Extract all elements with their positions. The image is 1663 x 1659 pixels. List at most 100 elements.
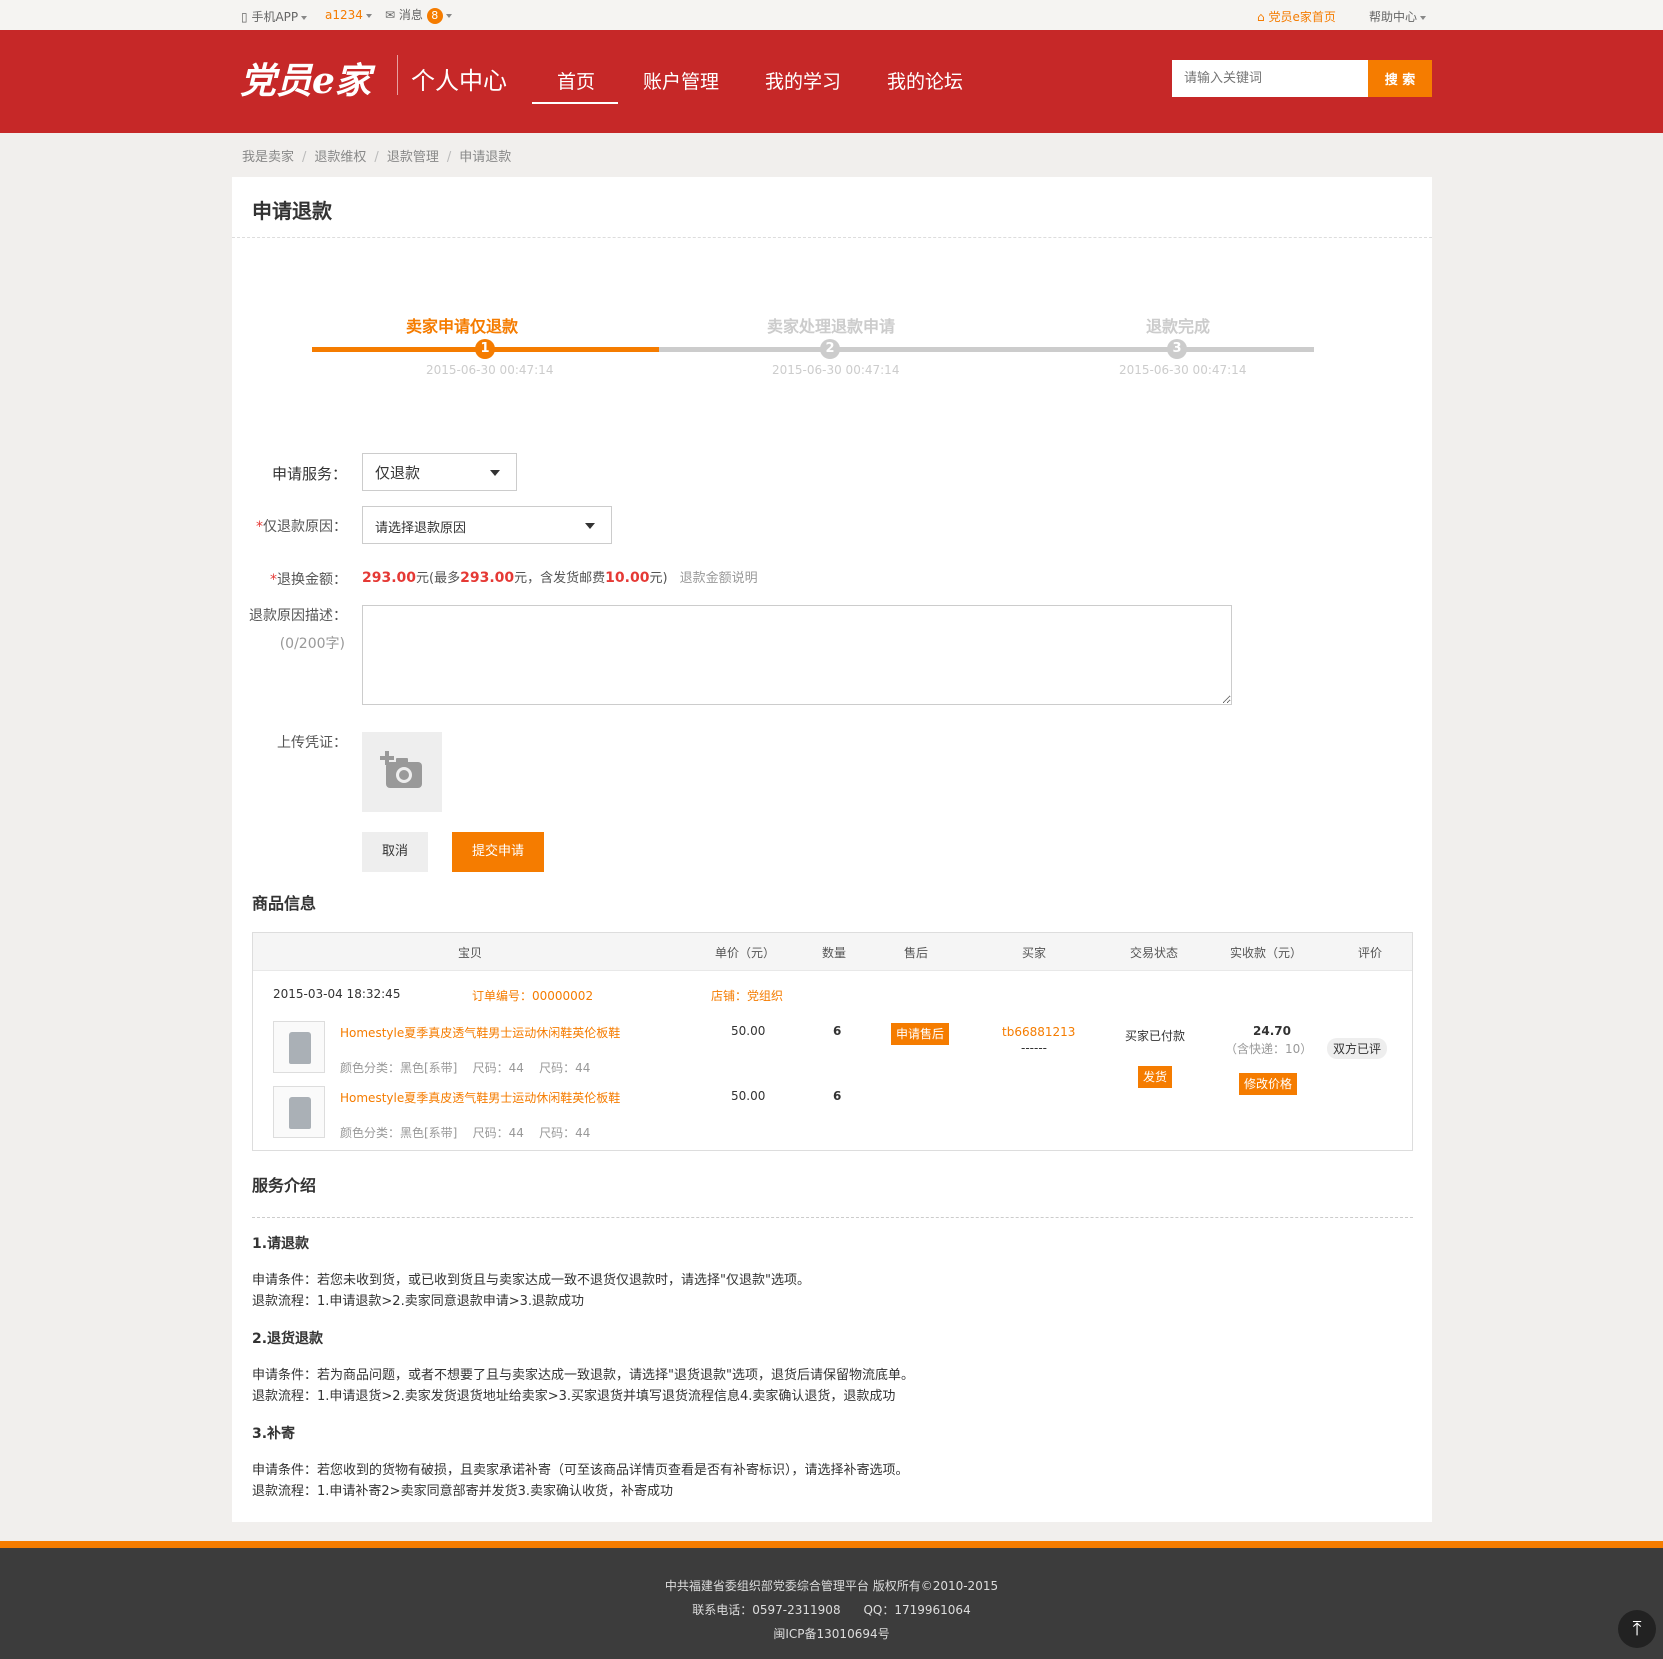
nav-account[interactable]: 账户管理: [643, 67, 719, 94]
messages-menu[interactable]: ✉ 消息 8: [385, 6, 452, 24]
footer-contact: 联系电话：0597-2311908 QQ：1719961064: [692, 1603, 971, 1617]
col-header: 数量: [822, 946, 847, 960]
total-received: 24.70: [1253, 1024, 1291, 1038]
chevron-down-icon: [490, 470, 500, 476]
shirt-image: [289, 1097, 311, 1129]
unit-price: 50.00: [731, 1024, 766, 1038]
product-name[interactable]: Homestyle夏季真皮透气鞋男士运动休闲鞋英伦板鞋: [340, 1024, 620, 1041]
service-line: 申请条件：若您未收到货，或已收到货且与卖家达成一致不退货仅退款时，请选择"仅退款…: [252, 1273, 810, 1288]
shop-name[interactable]: 店铺：党组织: [711, 987, 783, 1004]
footer-icp: 闽ICP备13010694号: [773, 1627, 890, 1641]
chevron-down-icon: [301, 15, 308, 20]
search-input[interactable]: [1172, 60, 1368, 97]
breadcrumb-item[interactable]: 我是卖家: [242, 150, 294, 165]
product-attrs: 颜色分类：黑色[系带] 尺码：44 尺码：44: [340, 1126, 591, 1140]
nav-active-indicator: [532, 102, 618, 104]
add-camera-icon: [380, 751, 422, 788]
reason-label: *仅退款原因：: [232, 516, 347, 536]
service-heading: 2.退货退款: [252, 1331, 324, 1347]
service-select[interactable]: 仅退款: [362, 453, 517, 491]
shipping-included: （含快递：10）: [1225, 1042, 1313, 1056]
user-menu[interactable]: a1234: [325, 8, 372, 22]
breadcrumb-current: 申请退款: [459, 150, 512, 165]
breadcrumb: 我是卖家 / 退款维权 / 退款管理 / 申请退款: [242, 150, 512, 165]
unit-price: 50.00: [731, 1089, 766, 1103]
message-count-badge: 8: [426, 7, 443, 24]
goods-title: 商品信息: [252, 894, 317, 913]
mobile-app-menu[interactable]: ▯ 手机APP: [241, 8, 308, 25]
service-title: 服务介绍: [252, 1176, 317, 1195]
amount-label: *退换金额：: [232, 569, 347, 589]
goods-table-header: 宝贝 单价（元） 数量 售后 买家 交易状态 实收款（元） 评价: [253, 933, 1412, 971]
breadcrumb-item[interactable]: 退款维权: [314, 150, 366, 165]
breadcrumb-item[interactable]: 退款管理: [387, 150, 439, 165]
amount-text: 元(最多: [416, 571, 461, 586]
footer-accent: [0, 1541, 1663, 1548]
order-number[interactable]: 订单编号：00000002: [472, 987, 593, 1004]
step-1-date: 2015-06-30 00:47:14: [426, 363, 554, 377]
messages-label: 消息: [398, 8, 423, 22]
site-home-link[interactable]: ⌂ 党员e家首页: [1257, 8, 1336, 25]
ship-button[interactable]: 发货: [1138, 1066, 1173, 1088]
product-attrs: 颜色分类：黑色[系带] 尺码：44 尺码：44: [340, 1061, 591, 1075]
reason-select[interactable]: 请选择退款原因: [362, 506, 612, 544]
buyer-link[interactable]: tb66881213: [1002, 1025, 1075, 1039]
step-3-circle: 3: [1167, 339, 1187, 359]
product-thumbnail[interactable]: [273, 1086, 325, 1138]
logo[interactable]: 党员e家: [240, 52, 371, 104]
footer: 中共福建省委组织部党委综合管理平台 版权所有©2010-2015 联系电话：05…: [0, 1548, 1663, 1659]
search-button[interactable]: 搜 索: [1368, 60, 1432, 97]
upload-button[interactable]: [362, 732, 442, 812]
after-sale-button[interactable]: 申请售后: [891, 1023, 950, 1045]
progress-bar-remaining: [659, 347, 1314, 352]
upload-label: 上传凭证：: [277, 735, 347, 751]
help-center-label: 帮助中心: [1369, 10, 1418, 24]
service-label: 申请服务：: [271, 465, 347, 483]
nav-home[interactable]: 首页: [557, 67, 595, 94]
product-name[interactable]: Homestyle夏季真皮透气鞋男士运动休闲鞋英伦板鞋: [340, 1089, 620, 1106]
review-status: 双方已评: [1327, 1038, 1388, 1059]
modify-price-button[interactable]: 修改价格: [1239, 1073, 1298, 1095]
username: a1234: [325, 8, 363, 22]
desc-label: 退款原因描述：: [249, 608, 347, 624]
step-3-date: 2015-06-30 00:47:14: [1119, 363, 1247, 377]
trade-status: 买家已付款: [1125, 1029, 1186, 1043]
title-divider: [232, 237, 1432, 238]
desc-textarea[interactable]: [362, 605, 1232, 705]
service-select-value: 仅退款: [375, 464, 421, 482]
reason-label-text: 仅退款原因：: [263, 519, 347, 535]
mobile-app-label: 手机APP: [251, 10, 299, 24]
required-star: *: [256, 519, 263, 535]
help-center-menu[interactable]: 帮助中心: [1369, 8, 1427, 25]
logo-divider: [397, 55, 398, 95]
col-header: 宝贝: [458, 946, 483, 960]
submit-button[interactable]: 提交申请: [452, 832, 544, 872]
col-header: 售后: [904, 946, 929, 960]
step-2-label: 卖家处理退款申请: [767, 317, 896, 336]
phone-icon: ▯: [241, 10, 248, 24]
chevron-down-icon: [1420, 15, 1427, 20]
amount-info: 293.00元(最多293.00元，含发货邮费10.00元) 退款金额说明: [362, 567, 758, 586]
service-heading: 3.补寄: [252, 1426, 296, 1442]
nav-forum[interactable]: 我的论坛: [887, 67, 963, 94]
step-1-circle: 1: [475, 339, 495, 359]
service-line: 申请条件：若您收到的货物有破损，且卖家承诺补寄（可至该商品详情页查看是否有补寄标…: [252, 1463, 909, 1478]
amount-text: 元，含发货邮费: [514, 571, 606, 586]
service-divider: [252, 1217, 1413, 1218]
top-bar: ▯ 手机APP a1234 ✉ 消息 8 ⌂ 党员e家首页 帮助中心: [0, 0, 1663, 30]
cancel-button[interactable]: 取消: [362, 832, 428, 872]
step-1-label: 卖家申请仅退款: [406, 317, 519, 336]
back-to-top-icon[interactable]: ⤒: [1618, 1610, 1656, 1648]
max-amount: 293.00: [460, 570, 515, 586]
footer-copyright: 中共福建省委组织部党委综合管理平台 版权所有©2010-2015: [664, 1579, 999, 1593]
product-thumbnail[interactable]: [273, 1021, 325, 1073]
home-icon: ⌂: [1257, 10, 1265, 24]
nav-study[interactable]: 我的学习: [765, 67, 841, 94]
service-line: 退款流程：1.申请退货>2.卖家发货退货地址给卖家>3.买家退货并填写退货流程信…: [252, 1389, 896, 1404]
amount-text: 元): [649, 571, 668, 586]
amount-explain-link[interactable]: 退款金额说明: [680, 571, 758, 586]
header: 党员e家 个人中心 首页 账户管理 我的学习 我的论坛 搜 索: [0, 30, 1663, 133]
reason-select-value: 请选择退款原因: [375, 521, 467, 536]
goods-table: 宝贝 单价（元） 数量 售后 买家 交易状态 实收款（元） 评价 2015-03…: [252, 932, 1413, 1151]
chevron-down-icon: [585, 523, 595, 529]
